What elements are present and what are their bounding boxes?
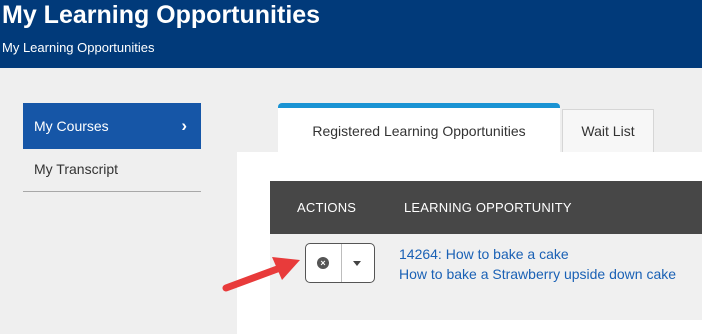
- sidebar-item-my-transcript[interactable]: My Transcript: [23, 149, 201, 192]
- chevron-right-icon: ›: [181, 116, 187, 135]
- circle-x-icon: ×: [317, 257, 329, 269]
- tab-registered-learning-opportunities[interactable]: Registered Learning Opportunities: [278, 103, 560, 153]
- course-description-link[interactable]: How to bake a Strawberry upside down cak…: [399, 266, 676, 282]
- sidebar-item-label: My Transcript: [34, 161, 119, 177]
- red-arrow-icon: [222, 257, 300, 292]
- sidebar-item-my-courses[interactable]: My Courses ›: [23, 103, 201, 149]
- page-header: My Learning Opportunities My Learning Op…: [0, 0, 702, 68]
- column-header-learning-opportunity: LEARNING OPPORTUNITY: [404, 200, 572, 215]
- course-title-link[interactable]: 14264: How to bake a cake: [399, 246, 569, 262]
- row-actions-button-group: ×: [305, 243, 375, 283]
- remove-button[interactable]: ×: [306, 244, 342, 282]
- tab-label: Registered Learning Opportunities: [312, 123, 526, 139]
- actions-dropdown-button[interactable]: [341, 244, 374, 282]
- table-header: ACTIONS LEARNING OPPORTUNITY: [270, 181, 702, 234]
- breadcrumb: My Learning Opportunities: [2, 40, 155, 55]
- caret-down-icon: [353, 261, 361, 266]
- sidebar: My Courses › My Transcript: [23, 103, 201, 192]
- tab-label: Wait List: [581, 123, 635, 139]
- sidebar-item-label: My Courses: [34, 118, 109, 134]
- page-title: My Learning Opportunities: [2, 1, 321, 29]
- tab-wait-list[interactable]: Wait List: [562, 109, 654, 153]
- column-header-actions: ACTIONS: [297, 200, 357, 215]
